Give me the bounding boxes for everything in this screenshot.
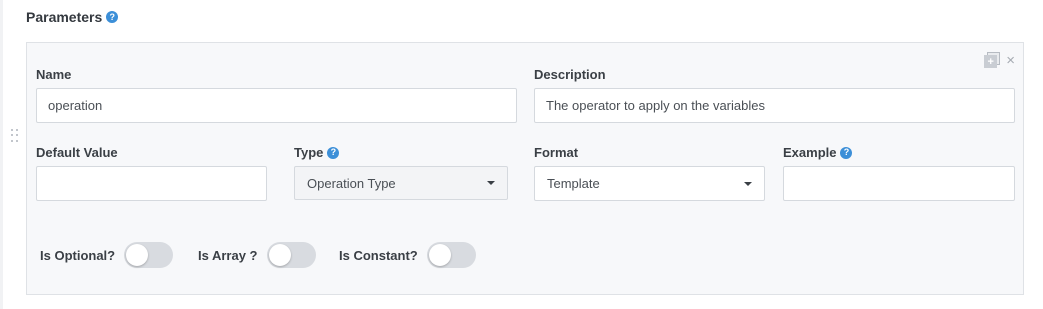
constant-label: Is Constant? — [339, 247, 418, 263]
array-toggle[interactable] — [266, 242, 316, 268]
chevron-down-icon — [487, 181, 495, 185]
duplicate-icon[interactable]: + — [984, 52, 1001, 68]
constant-toggle-row: Is Constant? — [339, 242, 476, 268]
name-input[interactable]: operation — [36, 88, 517, 123]
section-title: Parameters — [26, 9, 103, 25]
example-input[interactable] — [783, 166, 1015, 201]
format-label: Format — [534, 145, 579, 160]
section-header: Parameters ? — [26, 9, 119, 25]
chevron-down-icon — [744, 181, 752, 186]
format-select[interactable]: Template — [534, 166, 765, 201]
optional-toggle-row: Is Optional? — [40, 242, 174, 268]
type-label: Type ? — [294, 145, 340, 160]
toggle-knob — [268, 244, 291, 266]
type-select[interactable]: Operation Type — [294, 166, 508, 200]
format-selected-value: Template — [547, 176, 600, 191]
default-value-label: Default Value — [36, 145, 118, 160]
type-selected-value: Operation Type — [307, 175, 396, 191]
left-border — [0, 0, 3, 309]
toggle-knob — [428, 244, 451, 266]
drag-handle-icon[interactable] — [11, 129, 19, 143]
description-input[interactable]: The operator to apply on the variables — [534, 88, 1015, 123]
array-toggle-row: Is Array ? — [198, 242, 316, 268]
parameter-card: + × Name operation Description The opera… — [26, 42, 1024, 295]
help-icon[interactable]: ? — [106, 11, 119, 23]
card-actions: + × — [984, 52, 1015, 68]
constant-toggle[interactable] — [426, 242, 476, 268]
description-label: Description — [534, 67, 606, 82]
optional-toggle[interactable] — [124, 242, 174, 268]
example-label: Example ? — [783, 145, 853, 160]
array-label: Is Array ? — [198, 247, 258, 263]
example-help-icon[interactable]: ? — [840, 146, 853, 159]
default-value-input[interactable] — [36, 166, 267, 201]
name-label: Name — [36, 67, 72, 82]
optional-label: Is Optional? — [40, 247, 116, 263]
type-help-icon[interactable]: ? — [327, 146, 340, 159]
close-icon[interactable]: × — [1006, 53, 1015, 68]
toggle-knob — [126, 244, 149, 266]
